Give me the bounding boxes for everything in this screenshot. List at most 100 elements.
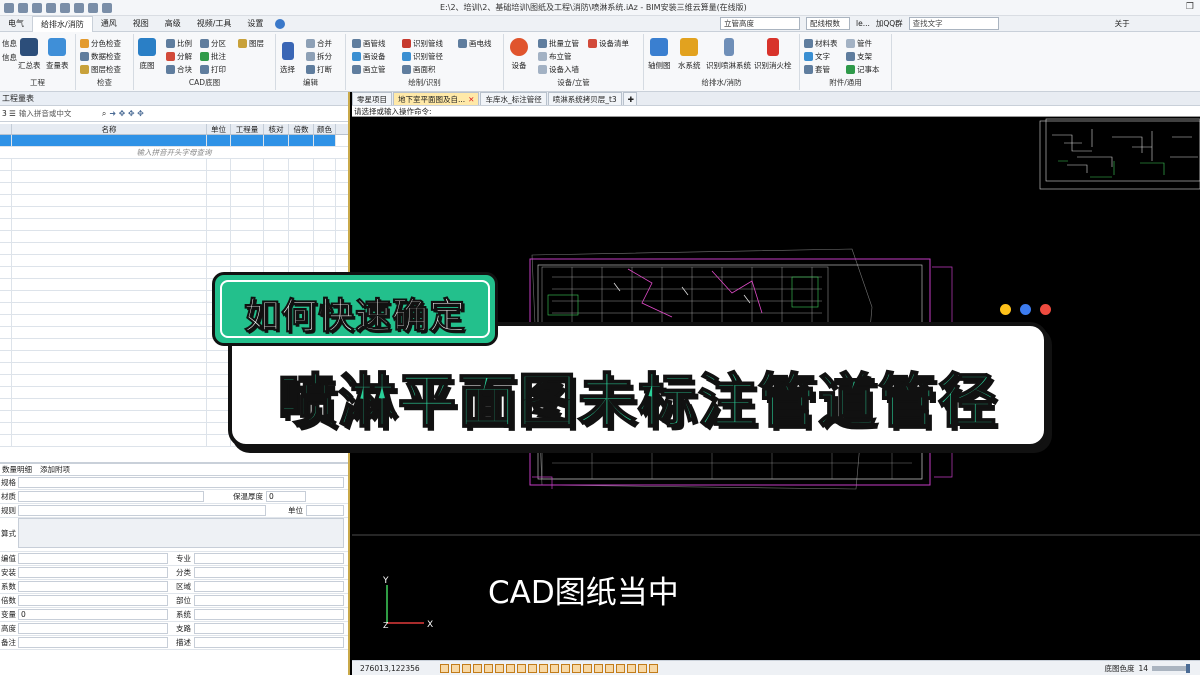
tab-ventilation[interactable]: 通风	[93, 16, 125, 32]
table-row[interactable]	[0, 219, 348, 231]
search-icon[interactable]: ⌕	[102, 109, 106, 119]
rule-field[interactable]	[18, 505, 266, 516]
print-icon[interactable]	[32, 2, 42, 13]
notepad-button[interactable]: 记事本	[846, 64, 880, 75]
prop-field[interactable]	[194, 595, 344, 606]
tab-settings[interactable]: 设置	[239, 16, 271, 32]
identify-diameter-button[interactable]: 识别管径	[402, 51, 443, 62]
color-check-button[interactable]: 分色检查	[80, 38, 121, 49]
snap-toggle-icon[interactable]	[605, 663, 614, 673]
col-quantity[interactable]: 工程量	[231, 124, 264, 134]
base-map-button[interactable]: 底图	[138, 38, 156, 71]
fitting-button[interactable]: 管件	[846, 38, 872, 49]
prop-field[interactable]	[194, 581, 344, 592]
snap-toggle-icon[interactable]	[506, 663, 515, 673]
restore-icon[interactable]: ❐	[1186, 2, 1194, 12]
doc-tab-basement[interactable]: 地下室平面图及自... ✕	[393, 92, 480, 105]
print-button[interactable]: 打印	[200, 64, 226, 75]
bracket-button[interactable]: 支架	[846, 51, 872, 62]
sleeve-button[interactable]: 套管	[804, 64, 830, 75]
prop-field[interactable]	[18, 623, 168, 634]
snap-toggle-icon[interactable]	[528, 663, 537, 673]
unit-field[interactable]	[306, 505, 344, 516]
prop-field[interactable]	[18, 637, 168, 648]
info-button-2[interactable]: 信息	[2, 52, 17, 63]
explode-button[interactable]: 分解	[166, 51, 192, 62]
base-map-tone-slider[interactable]	[1152, 663, 1190, 673]
nav-arrows-icon[interactable]: ➜ ✥ ✥ ✥	[109, 109, 143, 118]
snap-toggle-icon[interactable]	[451, 663, 460, 673]
col-unit[interactable]: 单位	[207, 124, 231, 134]
save-icon[interactable]	[18, 2, 28, 13]
snap-toggle-icon[interactable]	[594, 663, 603, 673]
data-check-button[interactable]: 数据检查	[80, 51, 121, 62]
tab-plumbing-fire[interactable]: 给排水/消防	[32, 15, 93, 32]
device-button[interactable]: 设备	[510, 38, 528, 71]
break-button[interactable]: 打断	[306, 64, 332, 75]
text-button[interactable]: 文字	[804, 51, 830, 62]
snap-toggle-icon[interactable]	[616, 663, 625, 673]
snap-toggle-icon[interactable]	[462, 663, 471, 673]
draw-area-button[interactable]: 画面积	[402, 64, 436, 75]
table-row[interactable]	[0, 159, 348, 171]
col-check[interactable]: 核对	[264, 124, 289, 134]
spec-field[interactable]	[18, 477, 344, 488]
undo-icon[interactable]	[88, 2, 98, 13]
snap-toggle-icon[interactable]	[484, 663, 493, 673]
table-row[interactable]	[0, 255, 348, 267]
doc-tab-garage[interactable]: 车库水_标注管径	[480, 92, 547, 105]
insulation-thickness-field[interactable]: 0	[266, 491, 306, 502]
pinyin-search-input[interactable]: 输入拼音或中文	[19, 108, 99, 120]
table-row[interactable]	[0, 207, 348, 219]
copy-icon[interactable]	[60, 2, 70, 13]
col-color[interactable]: 颜色	[314, 124, 336, 134]
riser-height-combo[interactable]: 立管高度	[720, 17, 800, 30]
material-field[interactable]	[18, 491, 204, 502]
snap-toggle-icon[interactable]	[539, 663, 548, 673]
open-icon[interactable]	[4, 2, 14, 13]
snap-toggle-icon[interactable]	[572, 663, 581, 673]
filter-icon[interactable]: 3 ☰	[2, 109, 16, 118]
draw-device-button[interactable]: 画设备	[352, 51, 386, 62]
snap-toggle-icon[interactable]	[495, 663, 504, 673]
user-account[interactable]: le...	[856, 19, 870, 28]
axonometric-button[interactable]: 轴侧图	[648, 38, 671, 71]
doc-tab-sprinkler-layer[interactable]: 喷淋系统拷贝层_t3	[547, 92, 622, 105]
merge-block-button[interactable]: 合块	[166, 64, 192, 75]
prop-field[interactable]	[194, 609, 344, 620]
prop-field[interactable]	[18, 581, 168, 592]
add-tab-icon[interactable]: ✚	[622, 92, 637, 105]
wire-count-combo[interactable]: 配线根数	[806, 17, 850, 30]
table-row[interactable]	[0, 171, 348, 183]
snap-toggle-icon[interactable]	[473, 663, 482, 673]
query-table-button[interactable]: 查量表	[46, 38, 69, 71]
tab-quantity-detail[interactable]: 数量明细	[2, 464, 32, 475]
paste-icon[interactable]	[74, 2, 84, 13]
table-row[interactable]	[0, 231, 348, 243]
snap-toggle-icon[interactable]	[583, 663, 592, 673]
find-text-input[interactable]: 查找文字	[908, 17, 999, 30]
prop-field[interactable]	[18, 553, 168, 564]
identify-pipe-button[interactable]: 识别管线	[402, 38, 443, 49]
tab-add-item[interactable]: 添加附项	[40, 464, 70, 475]
snap-toggle-icon[interactable]	[649, 663, 658, 673]
snap-toggle-icon[interactable]	[550, 663, 559, 673]
draw-pipe-button[interactable]: 画管线	[352, 38, 386, 49]
prop-field[interactable]	[194, 567, 344, 578]
scale-button[interactable]: 比例	[166, 38, 192, 49]
table-row[interactable]	[0, 195, 348, 207]
batch-riser-button[interactable]: 批量立管	[538, 38, 579, 49]
device-list-button[interactable]: 设备清单	[588, 38, 629, 49]
prop-field[interactable]	[18, 567, 168, 578]
prop-field[interactable]	[194, 637, 344, 648]
snap-toggle-icon[interactable]	[440, 663, 449, 673]
table-row[interactable]	[0, 183, 348, 195]
snap-toggle-icon[interactable]	[517, 663, 526, 673]
about-link[interactable]: 关于	[1115, 18, 1130, 29]
prop-field[interactable]	[18, 595, 168, 606]
formula-field[interactable]	[18, 518, 344, 548]
prop-field[interactable]	[194, 623, 344, 634]
summary-table-button[interactable]: 汇总表	[18, 38, 41, 71]
join-qq-group-link[interactable]: 加QQ群	[876, 18, 903, 29]
doc-tab-misc[interactable]: 零星项目	[352, 92, 392, 105]
